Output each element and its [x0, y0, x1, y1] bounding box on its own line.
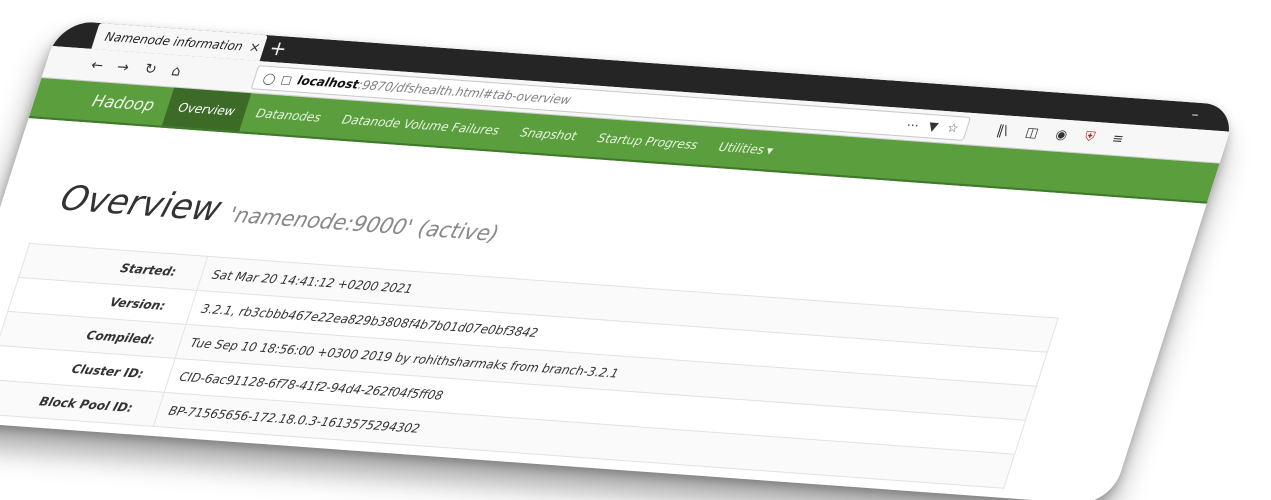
nav-snapshot[interactable]: Snapshot [504, 113, 593, 157]
minimize-button[interactable]: – [1189, 107, 1201, 124]
more-icon[interactable]: ⋯ [905, 118, 921, 133]
nav-startup-progress[interactable]: Startup Progress [581, 118, 714, 165]
toolbar-icons: ‖\ ◫ ◉ ⛨ ≡ [993, 120, 1126, 151]
nav-datanodes[interactable]: Datanodes [239, 93, 337, 137]
account-icon[interactable]: ◉ [1052, 124, 1070, 147]
library-icon[interactable]: ‖\ [993, 120, 1011, 143]
page-icon: □ [279, 72, 294, 87]
pocket-icon[interactable]: ▼ [926, 119, 940, 134]
nav-utilities[interactable]: Utilities▼ [702, 127, 790, 170]
browser-window: Namenode information × + – ← → ↻ ⌂ ◯ □ l… [0, 20, 1239, 500]
tab-title: Namenode information [103, 29, 245, 54]
page-subtitle: 'namenode:9000' (active) [226, 202, 502, 247]
page-title: Overview [55, 178, 227, 230]
page-header: Overview 'namenode:9000' (active) [55, 178, 505, 250]
star-icon[interactable]: ☆ [945, 121, 960, 136]
nav-utilities-label: Utilities [716, 139, 767, 157]
reload-icon[interactable]: ↻ [136, 58, 165, 82]
sidebar-icon[interactable]: ◫ [1022, 122, 1041, 145]
hadoop-brand[interactable]: Hadoop [29, 78, 174, 126]
new-tab-button[interactable]: + [266, 36, 290, 61]
url-host: localhost [295, 73, 361, 92]
overview-table: Started: Sat Mar 20 14:41:12 +0200 2021 … [0, 243, 1059, 489]
ublock-icon[interactable]: ⛨ [1081, 126, 1098, 149]
shield-icon[interactable]: ◯ [261, 71, 277, 85]
home-icon[interactable]: ⌂ [162, 60, 191, 84]
back-icon[interactable]: ← [83, 54, 112, 78]
screenshot-stage: Namenode information × + – ← → ↻ ⌂ ◯ □ l… [0, 0, 1271, 500]
nav-overview[interactable]: Overview [161, 87, 252, 132]
close-tab-icon[interactable]: × [244, 39, 267, 56]
menu-icon[interactable]: ≡ [1109, 128, 1127, 151]
forward-icon[interactable]: → [108, 56, 137, 80]
chevron-down-icon: ▼ [765, 145, 775, 156]
